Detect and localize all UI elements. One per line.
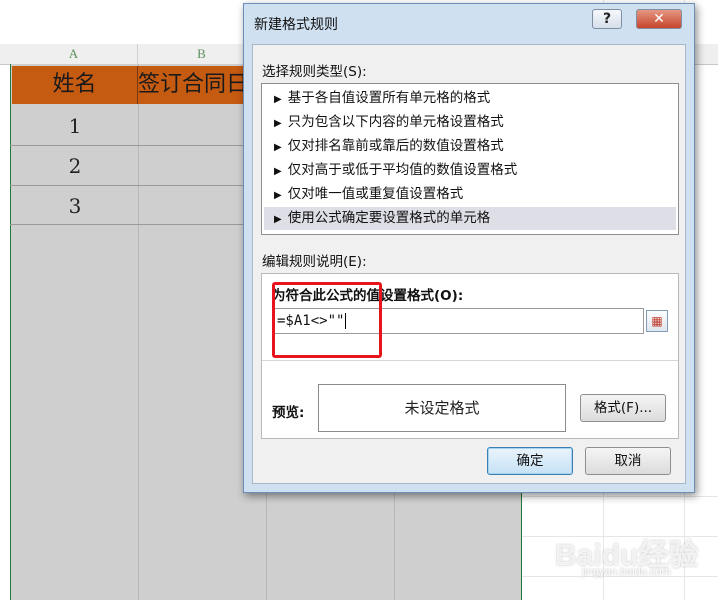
triangle-right-icon: ▶ [274,214,282,225]
edit-rule-label: 编辑规则说明(E): [262,254,367,270]
rule-type-item[interactable]: ▶ 仅对唯一值或重复值设置格式 [264,183,676,206]
triangle-right-icon: ▶ [274,94,282,105]
rule-description-panel: 为符合此公式的值设置格式(O): =$A1<>"" ▦ 预览: 未设定格式 格式… [261,273,679,439]
help-button[interactable]: ? [592,9,622,29]
triangle-right-icon: ▶ [274,118,282,129]
panel-divider [262,360,678,361]
rule-type-item-selected[interactable]: ▶ 使用公式确定要设置格式的单元格 [264,207,676,230]
rule-type-label: 选择规则类型(S): [262,64,367,80]
preview-label: 预览: [272,405,305,421]
new-format-rule-dialog: 新建格式规则 ? ✕ 选择规则类型(S): ▶ 基于各自值设置所有单元格的格式 ▶… [243,3,695,493]
triangle-right-icon: ▶ [274,142,282,153]
triangle-right-icon: ▶ [274,166,282,177]
rule-type-item[interactable]: ▶ 仅对高于或低于平均值的数值设置格式 [264,159,676,182]
header-cell-contract-date[interactable]: 签订合同日 [138,66,246,104]
rule-type-item[interactable]: ▶ 只为包含以下内容的单元格设置格式 [264,111,676,134]
column-header-a[interactable]: A [10,44,138,64]
preview-box: 未设定格式 [318,384,566,432]
rule-type-item[interactable]: ▶ 基于各自值设置所有单元格的格式 [264,87,676,110]
rule-type-list[interactable]: ▶ 基于各自值设置所有单元格的格式 ▶ 只为包含以下内容的单元格设置格式 ▶ 仅对排名… [261,83,679,235]
header-cell-name[interactable]: 姓名 [12,66,138,104]
cell-a2[interactable]: 1 [12,107,138,145]
close-button[interactable]: ✕ [636,9,682,29]
annotation-highlight-box [272,282,382,358]
dialog-body: 选择规则类型(S): ▶ 基于各自值设置所有单元格的格式 ▶ 只为包含以下内容的单元… [252,44,686,484]
triangle-right-icon: ▶ [274,190,282,201]
rule-type-item[interactable]: ▶ 仅对排名靠前或靠后的数值设置格式 [264,135,676,158]
dialog-titlebar[interactable]: 新建格式规则 ? ✕ [244,4,694,38]
cancel-button[interactable]: 取消 [585,447,671,475]
collapse-dialog-icon[interactable]: ▦ [646,310,668,332]
format-button[interactable]: 格式(F)... [580,394,666,422]
cell-a3[interactable]: 2 [12,147,138,185]
grid-line [522,496,718,497]
ok-button[interactable]: 确定 [487,447,573,475]
cell-a4[interactable]: 3 [12,187,138,225]
baidu-watermark-url: jingyan.baidu.com [582,566,671,578]
dialog-title: 新建格式规则 [254,17,338,33]
